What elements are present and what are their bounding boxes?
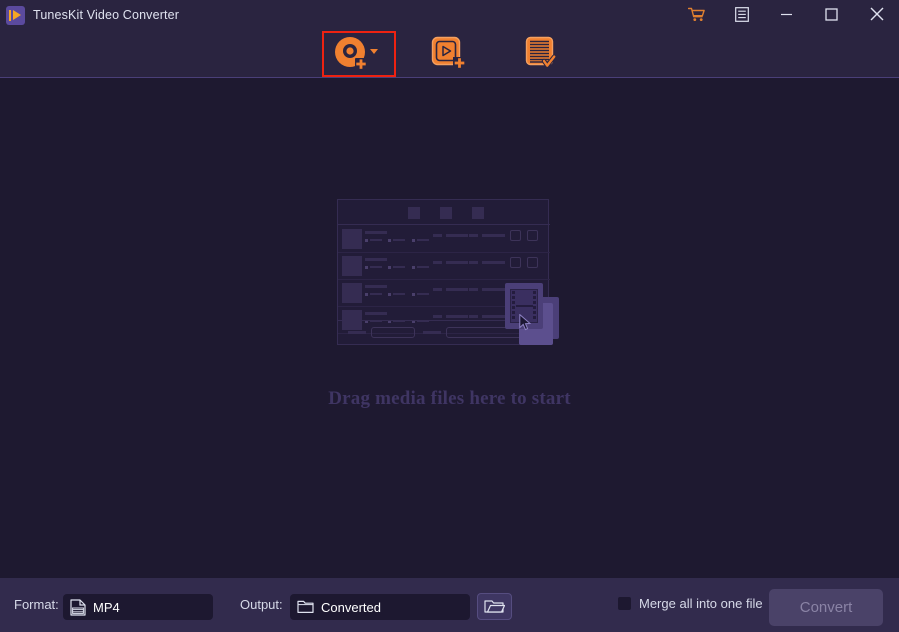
close-icon[interactable] xyxy=(854,0,899,28)
format-label: Format: xyxy=(14,597,59,612)
app-branding: TunesKit Video Converter xyxy=(6,3,179,27)
toolbar-tabs xyxy=(0,28,899,78)
output-label: Output: xyxy=(240,597,283,612)
tab-add-disc[interactable] xyxy=(332,31,380,75)
maximize-icon[interactable] xyxy=(809,0,854,28)
video-add-icon xyxy=(431,36,466,69)
cart-icon[interactable] xyxy=(674,0,719,28)
file-video-icon xyxy=(70,598,86,616)
media-file-icon xyxy=(505,283,559,346)
title-bar: TunesKit Video Converter xyxy=(0,0,899,78)
format-select[interactable]: MP4 xyxy=(63,594,213,620)
format-value: MP4 xyxy=(93,599,120,615)
browse-output-button[interactable] xyxy=(477,593,512,620)
drag-drop-illustration xyxy=(337,199,559,346)
minimize-icon[interactable] xyxy=(764,0,809,28)
merge-checkbox-label: Merge all into one file xyxy=(639,596,763,611)
list-check-icon xyxy=(525,36,556,68)
disc-add-icon xyxy=(334,37,378,70)
app-title: TunesKit Video Converter xyxy=(33,8,180,22)
app-window: TunesKit Video Converter Drag media file… xyxy=(0,0,899,632)
window-controls xyxy=(674,0,899,28)
output-value: Converted xyxy=(321,599,381,615)
cursor-arrow-icon xyxy=(519,314,532,331)
bottom-toolbar: Format: MP4 Output: Converted Merge all … xyxy=(0,578,899,632)
merge-all-checkbox[interactable]: Merge all into one file xyxy=(618,596,763,611)
drag-prompt-text: Drag media files here to start xyxy=(328,388,571,409)
merge-checkbox-box[interactable] xyxy=(618,597,631,610)
tuneskit-play-logo-icon xyxy=(6,5,25,25)
tab-add-file[interactable] xyxy=(426,31,474,75)
tab-converted-list[interactable] xyxy=(520,31,568,75)
open-folder-icon xyxy=(484,600,505,613)
output-path-field[interactable]: Converted xyxy=(290,594,470,620)
folder-icon xyxy=(297,600,314,613)
convert-button[interactable]: Convert xyxy=(769,589,883,626)
menu-icon[interactable] xyxy=(719,0,764,28)
main-drop-area[interactable]: Drag media files here to start xyxy=(0,78,899,578)
